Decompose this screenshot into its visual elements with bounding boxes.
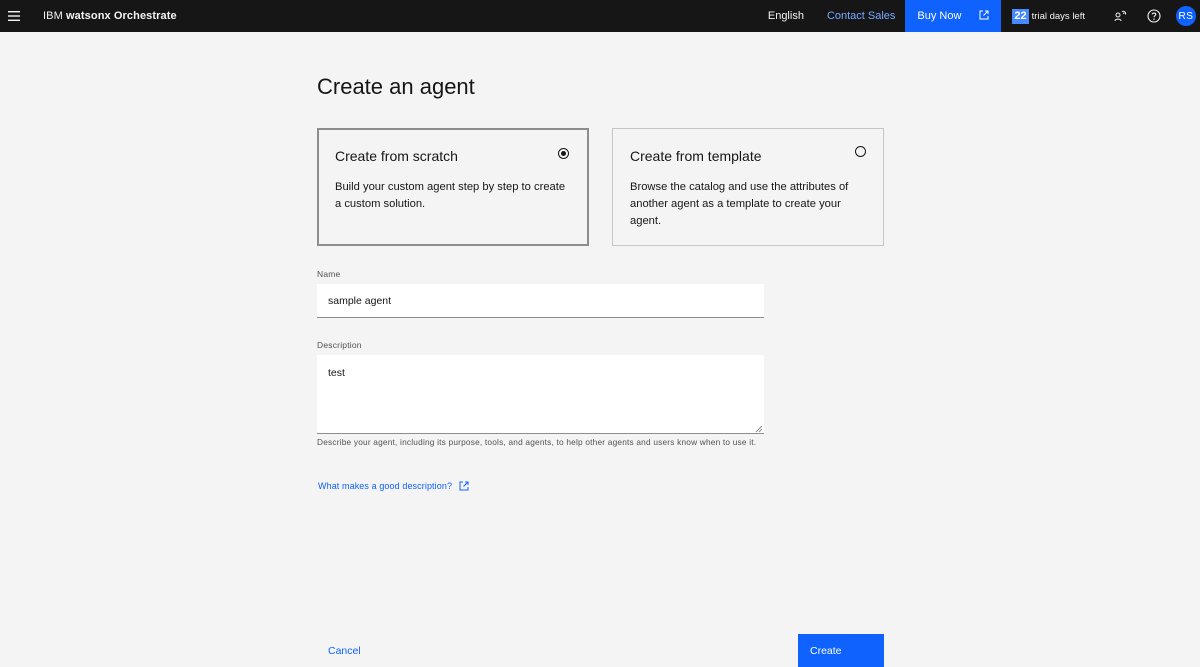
page-title: Create an agent (317, 74, 475, 99)
description-textarea[interactable]: test (317, 355, 764, 434)
header-actions: English Contact Sales Buy Now 22 trial d… (757, 0, 1200, 32)
scratch-tile-title: Create from scratch (335, 148, 458, 164)
create-from-scratch-tile[interactable]: Create from scratch Build your custom ag… (317, 128, 589, 246)
brand-prefix: IBM (43, 10, 63, 22)
launch-icon (979, 10, 989, 20)
launch-icon (459, 481, 469, 491)
help-button[interactable] (1137, 0, 1171, 32)
good-description-help-link[interactable]: What makes a good description? (318, 481, 469, 491)
description-field-label: Description (317, 340, 362, 350)
hamburger-menu-button[interactable] (0, 0, 28, 32)
trial-days-count: 22 (1012, 8, 1029, 24)
template-tile-title: Create from template (630, 148, 762, 164)
template-tile-description: Browse the catalog and use the attribute… (630, 181, 849, 227)
radio-unchecked-icon[interactable] (855, 146, 866, 157)
top-header: IBM watsonx Orchestrate English Contact … (0, 0, 1200, 32)
user-avatar[interactable]: RS (1176, 6, 1196, 26)
create-button[interactable]: Create (798, 634, 884, 667)
create-from-template-tile[interactable]: Create from template Browse the catalog … (612, 128, 884, 246)
description-helper-text: Describe your agent, including its purpo… (317, 437, 757, 447)
buy-now-button[interactable]: Buy Now (905, 0, 1002, 32)
radio-dot (561, 151, 566, 156)
trial-days-text: trial days left (1031, 10, 1085, 22)
trial-status: 22 trial days left (1001, 0, 1103, 32)
buy-now-label: Buy Now (917, 10, 962, 22)
contact-sales-link[interactable]: Contact Sales (816, 0, 905, 32)
language-selector[interactable]: English (757, 0, 816, 32)
name-field-label: Name (317, 269, 341, 279)
user-activity-icon (1114, 10, 1126, 22)
user-activity-button[interactable] (1103, 0, 1137, 32)
name-input[interactable] (317, 284, 764, 318)
product-brand[interactable]: IBM watsonx Orchestrate (43, 10, 177, 22)
radio-checked-icon[interactable] (558, 148, 569, 159)
help-icon (1147, 9, 1161, 23)
brand-product-name: watsonx Orchestrate (66, 10, 177, 22)
resize-handle-icon[interactable] (755, 425, 763, 433)
cancel-button[interactable]: Cancel (317, 634, 397, 667)
scratch-tile-description: Build your custom agent step by step to … (335, 181, 566, 210)
hamburger-menu-icon (8, 11, 20, 21)
help-link-label: What makes a good description? (318, 481, 453, 491)
